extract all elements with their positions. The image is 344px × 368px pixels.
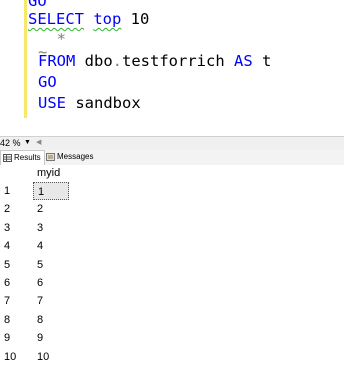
code-token: sandbox xyxy=(66,94,141,112)
code-token: FROM xyxy=(38,52,76,70)
code-token: SELECT xyxy=(28,10,84,28)
code-line[interactable]: USE sandbox xyxy=(38,93,141,113)
table-cell-myid[interactable]: 1 xyxy=(33,182,69,200)
query-editor[interactable]: GO SELECT top 10 * ~ FROM dbo.testforrich A… xyxy=(0,0,344,136)
table-cell-myid[interactable]: 2 xyxy=(33,200,69,218)
scroll-left-icon[interactable]: ◀ xyxy=(36,137,41,149)
tab-messages-label: Messages xyxy=(57,152,94,161)
row-number[interactable]: 5 xyxy=(4,256,26,274)
code-token: t xyxy=(252,52,272,70)
code-line[interactable]: SELECT top 10 xyxy=(28,9,149,29)
row-number[interactable]: 2 xyxy=(4,200,26,218)
row-number[interactable]: 9 xyxy=(4,329,26,347)
tab-results-label: Results xyxy=(14,153,41,162)
editor-gutter xyxy=(0,0,24,136)
column-header-myid[interactable]: myid xyxy=(37,165,60,182)
table-cell-myid[interactable]: 5 xyxy=(33,256,69,274)
table-cell-myid[interactable]: 7 xyxy=(33,292,69,310)
messages-icon xyxy=(46,152,55,161)
table-cell-myid[interactable]: 10 xyxy=(33,348,69,366)
results-grid[interactable]: myid 1 1 2 2 3 3 4 4 5 5 6 6 7 7 8 8 9 9 10 10 xyxy=(0,165,344,368)
code-token: testforrich xyxy=(122,52,234,70)
editor-status-bar: 42 % ▼ ◀ xyxy=(0,136,344,150)
tab-messages[interactable]: Messages xyxy=(44,150,96,164)
code-line[interactable]: GO xyxy=(38,72,57,92)
zoom-level[interactable]: 42 % xyxy=(0,137,21,149)
row-number[interactable]: 8 xyxy=(4,311,26,329)
code-token: . xyxy=(112,52,122,70)
table-cell-myid[interactable]: 8 xyxy=(33,311,69,329)
row-number[interactable]: 7 xyxy=(4,292,26,310)
code-line[interactable]: FROM dbo.testforrich AS t xyxy=(38,51,271,71)
grid-icon xyxy=(3,153,12,162)
table-cell-myid[interactable]: 9 xyxy=(33,329,69,347)
table-cell-myid[interactable]: 6 xyxy=(33,274,69,292)
code-token: USE xyxy=(38,94,66,112)
row-number[interactable]: 3 xyxy=(4,219,26,237)
code-token: top xyxy=(93,10,122,28)
results-tabs: Results Messages xyxy=(0,149,344,166)
table-cell-myid[interactable]: 3 xyxy=(33,219,69,237)
code-token: AS xyxy=(233,52,253,70)
table-cell-myid[interactable]: 4 xyxy=(33,237,69,255)
row-number[interactable]: 6 xyxy=(4,274,26,292)
change-tracking-bar xyxy=(24,0,27,118)
row-number[interactable]: 10 xyxy=(4,348,26,366)
code-token: 10 xyxy=(121,10,150,28)
code-token: dbo xyxy=(75,52,113,70)
zoom-dropdown-icon[interactable]: ▼ xyxy=(24,137,31,149)
row-number[interactable]: 1 xyxy=(4,182,26,200)
code-token: GO xyxy=(38,73,57,91)
row-number[interactable]: 4 xyxy=(4,237,26,255)
tab-results[interactable]: Results xyxy=(0,150,45,165)
